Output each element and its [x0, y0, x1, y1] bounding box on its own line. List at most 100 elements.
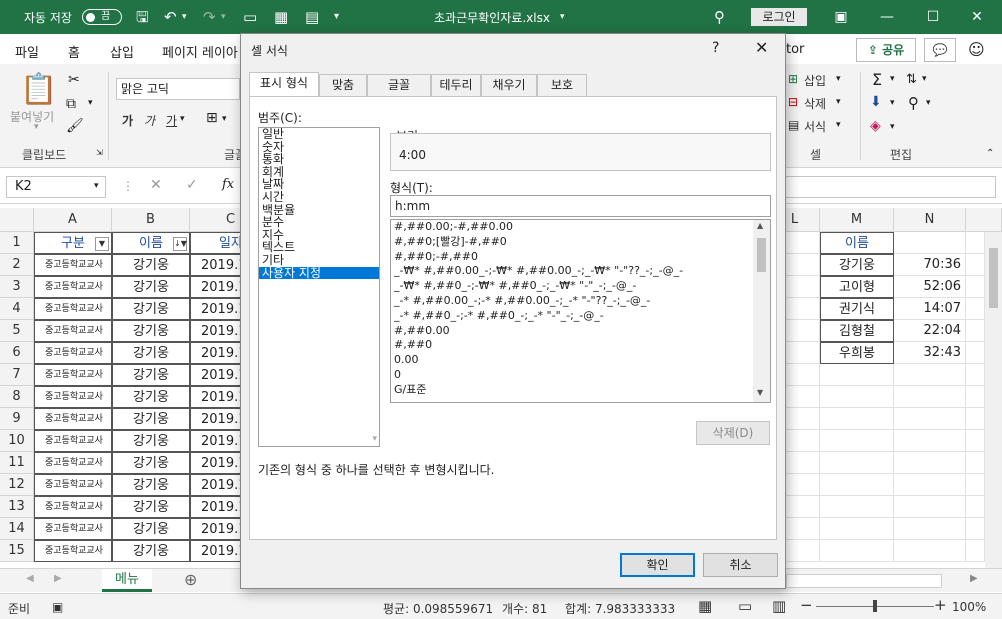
- row-header[interactable]: 10: [0, 430, 34, 452]
- table-cell[interactable]: 중고등학교교사: [34, 342, 112, 364]
- table-cell[interactable]: 중고등학교교사: [34, 452, 112, 474]
- column-header-a[interactable]: A: [34, 208, 112, 232]
- table-cell[interactable]: 32:43: [894, 342, 966, 364]
- redo-icon[interactable]: ↷: [203, 8, 216, 26]
- table-cell[interactable]: 중고등학교교사: [34, 254, 112, 276]
- table-cell[interactable]: [966, 386, 985, 408]
- table-cell[interactable]: [894, 430, 966, 452]
- cut-icon[interactable]: ✂: [68, 72, 80, 88]
- table-cell[interactable]: 중고등학교교사: [34, 298, 112, 320]
- row-header[interactable]: 1: [0, 232, 34, 254]
- undo-dropdown-icon[interactable]: ▾: [182, 8, 187, 26]
- filename-dropdown-icon[interactable]: ▾: [560, 12, 565, 22]
- insert-cells-icon[interactable]: ⊞: [788, 72, 798, 86]
- row-header[interactable]: 7: [0, 364, 34, 386]
- table-cell[interactable]: 강기웅: [112, 386, 190, 408]
- table-cell[interactable]: [966, 298, 985, 320]
- select-all-corner[interactable]: [0, 208, 34, 232]
- table-cell[interactable]: 우희봉: [820, 342, 894, 364]
- filter-dropdown-icon[interactable]: ▼: [95, 237, 109, 251]
- table-cell[interactable]: [820, 408, 894, 430]
- minimize-icon[interactable]: —: [872, 6, 902, 28]
- sort-filter-icon[interactable]: ⇅: [906, 72, 917, 87]
- italic-button[interactable]: 가: [144, 112, 155, 129]
- tab-truncated[interactable]: tor: [786, 42, 804, 57]
- table-cell[interactable]: 70:36: [894, 254, 966, 276]
- row-header[interactable]: 14: [0, 518, 34, 540]
- insert-cells-button[interactable]: 삽입: [804, 72, 826, 89]
- ok-button[interactable]: 확인: [620, 553, 695, 577]
- table-cell[interactable]: [966, 342, 985, 364]
- header-cell-category[interactable]: 구분 ▼: [34, 232, 112, 254]
- sort-filter-dropdown-icon[interactable]: ▾: [922, 74, 927, 84]
- form-icon[interactable]: ▭: [243, 8, 257, 26]
- table-cell[interactable]: 52:06: [894, 276, 966, 298]
- redo-dropdown-icon[interactable]: ▾: [221, 8, 226, 26]
- format-item[interactable]: 0.00: [391, 353, 770, 368]
- normal-view-icon[interactable]: ▦: [698, 597, 712, 615]
- table-cell[interactable]: [894, 408, 966, 430]
- table-cell[interactable]: 중고등학교교사: [34, 430, 112, 452]
- table-cell[interactable]: [894, 232, 966, 254]
- collapse-ribbon-icon[interactable]: ⌃: [986, 148, 994, 159]
- table-cell[interactable]: [966, 452, 985, 474]
- undo-icon[interactable]: ↶: [164, 8, 177, 26]
- status-sum[interactable]: 합계: 7.983333333: [565, 600, 675, 617]
- scroll-tabs-right-icon[interactable]: ▶: [54, 573, 62, 584]
- column-header-m[interactable]: M: [820, 208, 894, 232]
- clear-icon[interactable]: ◈: [870, 118, 881, 134]
- table-cell[interactable]: 중고등학교교사: [34, 320, 112, 342]
- insert-function-icon[interactable]: fx: [222, 177, 234, 192]
- header-cell-name-summary[interactable]: 이름: [820, 232, 894, 254]
- table-cell[interactable]: 중고등학교교사: [34, 540, 112, 562]
- insert-dropdown-icon[interactable]: ▾: [836, 74, 841, 84]
- paste-icon[interactable]: 📋: [20, 72, 57, 107]
- row-header[interactable]: 6: [0, 342, 34, 364]
- row-header[interactable]: 3: [0, 276, 34, 298]
- format-item[interactable]: #,##0;[빨강]-#,##0: [391, 235, 770, 250]
- clipboard-launcher-icon[interactable]: ⇲: [96, 148, 103, 157]
- format-item[interactable]: _-* #,##0.00_-;-* #,##0.00_-;_-* "-"??_-…: [391, 294, 770, 309]
- accessibility-icon[interactable]: ▣: [52, 600, 63, 614]
- tab-file[interactable]: 파일: [15, 42, 39, 61]
- table-cell[interactable]: 강기웅: [112, 430, 190, 452]
- tab-number[interactable]: 표시 형식: [249, 72, 319, 97]
- table-cell[interactable]: 중고등학교교사: [34, 276, 112, 298]
- underline-dropdown-icon[interactable]: ▾: [180, 114, 185, 124]
- format-scroll-thumb[interactable]: [757, 238, 766, 272]
- table-cell[interactable]: [894, 474, 966, 496]
- table-cell[interactable]: 강기웅: [112, 496, 190, 518]
- format-cells-icon[interactable]: ▤: [788, 118, 799, 132]
- table-cell[interactable]: 강기웅: [112, 276, 190, 298]
- zoom-level[interactable]: 100%: [952, 600, 986, 614]
- table-cell[interactable]: 강기웅: [112, 452, 190, 474]
- category-item[interactable]: 분수: [259, 216, 379, 229]
- table-cell[interactable]: [966, 474, 985, 496]
- category-scroll-down-icon[interactable]: ▾: [372, 434, 377, 444]
- table-cell[interactable]: 강기웅: [112, 320, 190, 342]
- sort-filter-active-icon[interactable]: ↓▼: [173, 237, 187, 251]
- table-cell[interactable]: 중고등학교교사: [34, 364, 112, 386]
- save-icon[interactable]: 🖫: [136, 8, 149, 26]
- table-cell[interactable]: [966, 518, 985, 540]
- table-cell[interactable]: 강기웅: [112, 364, 190, 386]
- type-input[interactable]: h:mm: [390, 195, 771, 217]
- row-header[interactable]: 12: [0, 474, 34, 496]
- zoom-slider-thumb[interactable]: [873, 600, 877, 612]
- dialog-close-icon[interactable]: ✕: [755, 38, 768, 57]
- tab-border[interactable]: 테두리: [431, 74, 481, 96]
- table-cell[interactable]: [966, 430, 985, 452]
- category-item[interactable]: 기타: [259, 254, 379, 267]
- table-cell[interactable]: [820, 430, 894, 452]
- table-cell[interactable]: 강기웅: [112, 518, 190, 540]
- paste-dropdown-icon[interactable]: ▾: [34, 122, 39, 132]
- row-header[interactable]: 9: [0, 408, 34, 430]
- vertical-scrollbar[interactable]: [985, 232, 1002, 568]
- name-box[interactable]: K2: [6, 176, 106, 198]
- table-cell[interactable]: [966, 496, 985, 518]
- customize-qat-icon[interactable]: ▾: [334, 8, 339, 26]
- column-header-b[interactable]: B: [112, 208, 190, 232]
- table-cell[interactable]: [820, 474, 894, 496]
- table-cell[interactable]: 중고등학교교사: [34, 474, 112, 496]
- format-item[interactable]: #,##0: [391, 338, 770, 353]
